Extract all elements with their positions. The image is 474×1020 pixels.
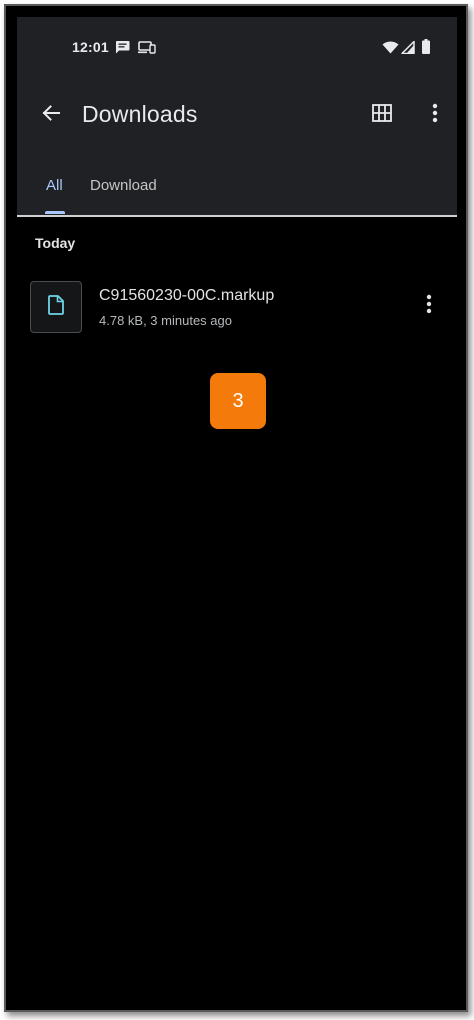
file-meta: 4.78 kB, 3 minutes ago bbox=[99, 313, 232, 328]
annotation-badge: 3 bbox=[210, 373, 266, 429]
status-time: 12:01 bbox=[72, 39, 109, 55]
screen: 12:01 Downloads All Download Today C9156… bbox=[17, 17, 457, 1001]
more-vert-icon bbox=[432, 103, 438, 128]
divider bbox=[17, 215, 457, 217]
signal-icon bbox=[401, 40, 415, 59]
status-bar: 12:01 bbox=[17, 17, 457, 57]
tab-bar: All Download bbox=[17, 167, 457, 215]
message-icon bbox=[115, 40, 130, 59]
file-more-button[interactable] bbox=[413, 290, 445, 322]
cast-icon bbox=[138, 41, 156, 59]
more-vert-icon bbox=[426, 294, 432, 319]
file-name: C91560230-00C.markup bbox=[99, 287, 275, 304]
section-header-today: Today bbox=[35, 235, 76, 251]
arrow-back-icon bbox=[41, 103, 61, 128]
battery-icon bbox=[422, 39, 430, 59]
top-app-area: 12:01 Downloads All Download bbox=[17, 17, 457, 215]
file-icon bbox=[48, 294, 64, 320]
grid-view-button[interactable] bbox=[364, 97, 400, 133]
grid-view-icon bbox=[372, 103, 392, 127]
tab-download[interactable]: Download bbox=[84, 173, 163, 198]
app-bar: Downloads bbox=[17, 89, 457, 141]
back-button[interactable] bbox=[33, 97, 69, 133]
page-title: Downloads bbox=[82, 101, 198, 127]
list-item[interactable]: C91560230-00C.markup 4.78 kB, 3 minutes … bbox=[17, 272, 457, 342]
tab-all[interactable]: All bbox=[40, 173, 69, 198]
wifi-icon bbox=[382, 41, 399, 59]
tab-indicator bbox=[45, 211, 65, 214]
file-thumbnail bbox=[30, 281, 82, 333]
device-frame: 12:01 Downloads All Download Today C9156… bbox=[4, 4, 468, 1012]
more-options-button[interactable] bbox=[417, 97, 453, 133]
